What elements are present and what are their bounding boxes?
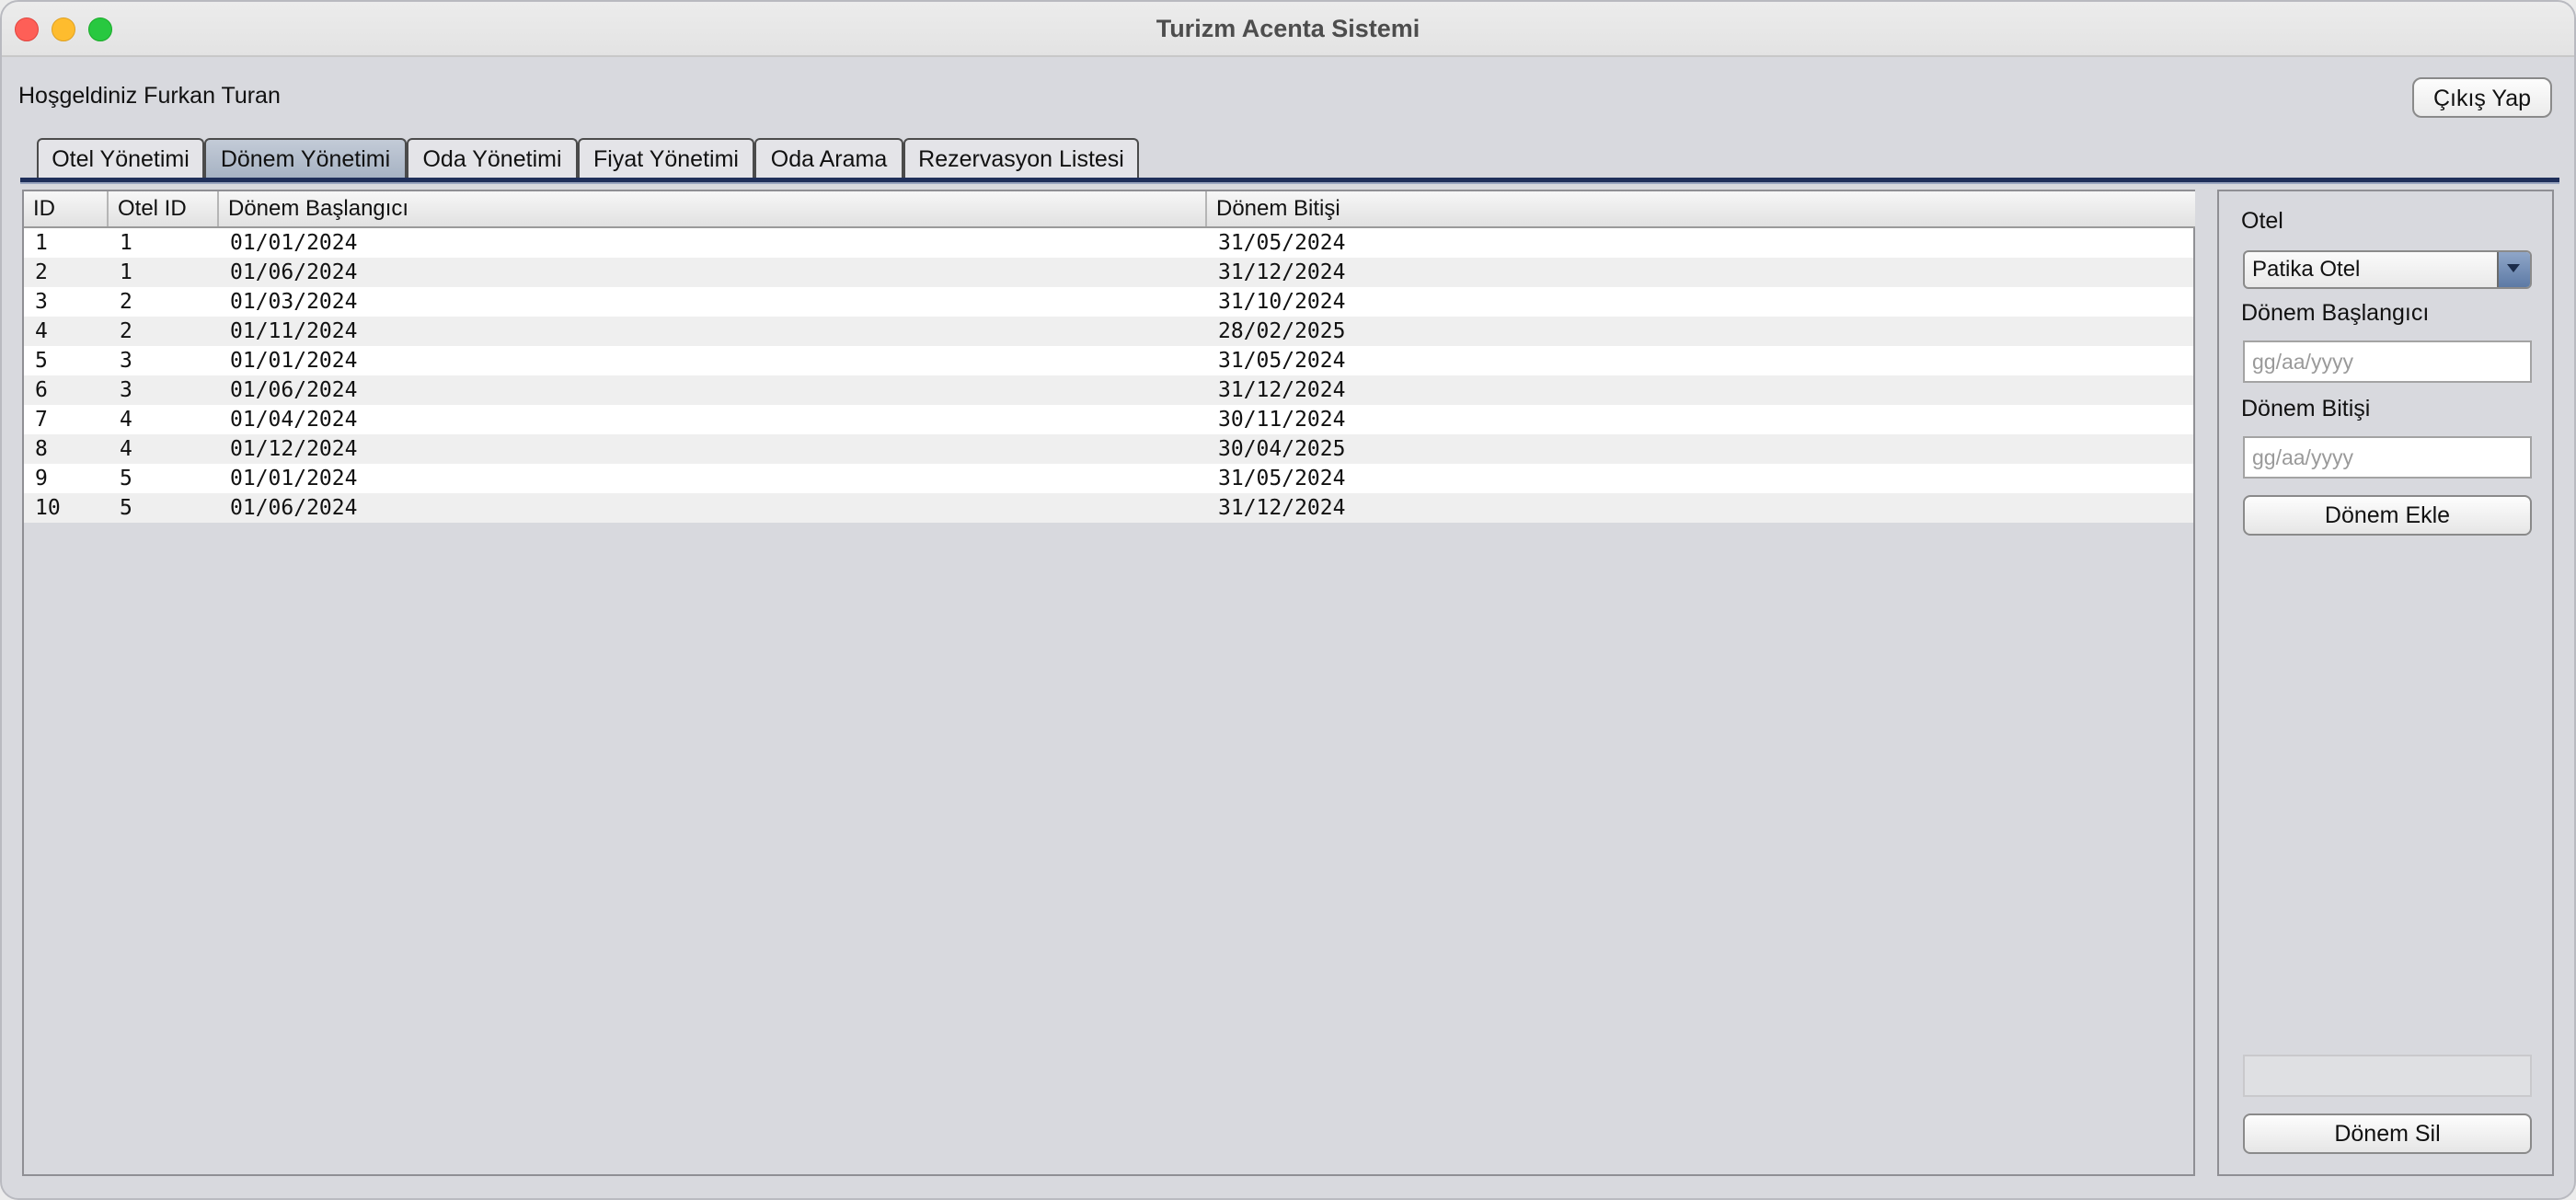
table-row[interactable]: 4 2 01/11/2024 28/02/2025 [24,317,2193,346]
table-cell: 31/05/2024 [1218,467,1346,490]
table-cell: 2 [120,290,132,314]
table-cell: 2 [120,319,132,343]
table-cell: 01/11/2024 [230,319,358,343]
table-header: ID Otel ID Dönem Başlangıcı Dönem Bitişi [24,191,2195,228]
table-row[interactable]: 7 4 01/04/2024 30/11/2024 [24,405,2193,434]
table-cell: 30/11/2024 [1218,408,1346,432]
window-title: Turizm Acenta Sistemi [1156,15,1420,42]
table-row[interactable]: 6 3 01/06/2024 31/12/2024 [24,375,2193,405]
tab-fiyat-yonetimi[interactable]: Fiyat Yönetimi [578,138,754,179]
table-row[interactable]: 3 2 01/03/2024 31/10/2024 [24,287,2193,317]
column-header-id[interactable]: ID [24,191,109,226]
hotel-select-value: Patika Otel [2252,257,2361,282]
logout-button[interactable]: Çıkış Yap [2412,77,2552,118]
table-row[interactable]: 2 1 01/06/2024 31/12/2024 [24,258,2193,287]
column-header-hotel-id[interactable]: Otel ID [109,191,219,226]
table-cell: 01/04/2024 [230,408,358,432]
table-cell: 1 [120,260,132,284]
app-window: Turizm Acenta Sistemi Hoşgeldiniz Furkan… [0,0,2576,1200]
table-cell: 01/06/2024 [230,496,358,520]
table-row[interactable]: 1 1 01/01/2024 31/05/2024 [24,228,2193,258]
hotel-select[interactable]: Patika Otel [2243,250,2532,289]
table-cell: 30/04/2025 [1218,437,1346,461]
table-row[interactable]: 10 5 01/06/2024 31/12/2024 [24,493,2193,523]
hotel-label: Otel [2241,208,2283,234]
table-cell: 7 [35,408,48,432]
table-cell: 4 [120,437,132,461]
delete-period-button[interactable]: Dönem Sil [2243,1113,2532,1154]
column-header-end[interactable]: Dönem Bitişi [1207,191,2193,226]
end-date-field[interactable] [2243,436,2532,479]
chevron-down-icon[interactable] [2497,252,2530,287]
table-cell: 5 [120,496,132,520]
table-cell: 6 [35,378,48,402]
title-bar: Turizm Acenta Sistemi [2,2,2574,57]
table-cell: 31/12/2024 [1218,496,1346,520]
table-cell: 5 [35,349,48,373]
periods-table[interactable]: ID Otel ID Dönem Başlangıcı Dönem Bitişi… [22,190,2195,1176]
table-cell: 8 [35,437,48,461]
tab-oda-arama[interactable]: Oda Arama [754,138,903,179]
tab-rezervasyon-listesi[interactable]: Rezervasyon Listesi [903,138,1139,179]
table-cell: 31/12/2024 [1218,378,1346,402]
table-cell: 5 [120,467,132,490]
end-date-label: Dönem Bitişi [2241,396,2371,421]
table-cell: 2 [35,260,48,284]
table-cell: 10 [35,496,61,520]
tab-divider [20,178,2559,184]
table-cell: 3 [120,378,132,402]
tab-donem-yonetimi[interactable]: Dönem Yönetimi [204,138,407,179]
tab-oda-yonetimi[interactable]: Oda Yönetimi [407,138,578,179]
welcome-text: Hoşgeldiniz Furkan Turan [18,83,281,109]
table-row[interactable]: 9 5 01/01/2024 31/05/2024 [24,464,2193,493]
table-cell: 01/01/2024 [230,231,358,255]
table-cell: 3 [120,349,132,373]
table-cell: 1 [35,231,48,255]
table-cell: 28/02/2025 [1218,319,1346,343]
start-date-label: Dönem Başlangıcı [2241,300,2430,326]
table-cell: 1 [120,231,132,255]
table-cell: 01/01/2024 [230,467,358,490]
start-date-field[interactable] [2243,340,2532,383]
selected-id-field [2243,1055,2532,1097]
table-cell: 4 [120,408,132,432]
table-cell: 01/12/2024 [230,437,358,461]
table-cell: 01/03/2024 [230,290,358,314]
table-cell: 3 [35,290,48,314]
table-cell: 31/05/2024 [1218,349,1346,373]
table-cell: 01/06/2024 [230,378,358,402]
add-period-button[interactable]: Dönem Ekle [2243,495,2532,536]
table-cell: 01/06/2024 [230,260,358,284]
table-row[interactable]: 5 3 01/01/2024 31/05/2024 [24,346,2193,375]
table-cell: 31/05/2024 [1218,231,1346,255]
table-cell: 4 [35,319,48,343]
table-cell: 31/10/2024 [1218,290,1346,314]
column-header-start[interactable]: Dönem Başlangıcı [219,191,1207,226]
tab-otel-yonetimi[interactable]: Otel Yönetimi [37,138,204,179]
table-row[interactable]: 8 4 01/12/2024 30/04/2025 [24,434,2193,464]
table-cell: 31/12/2024 [1218,260,1346,284]
period-form-panel: Otel Patika Otel Dönem Başlangıcı Dönem … [2217,190,2554,1176]
table-cell: 01/01/2024 [230,349,358,373]
table-cell: 9 [35,467,48,490]
